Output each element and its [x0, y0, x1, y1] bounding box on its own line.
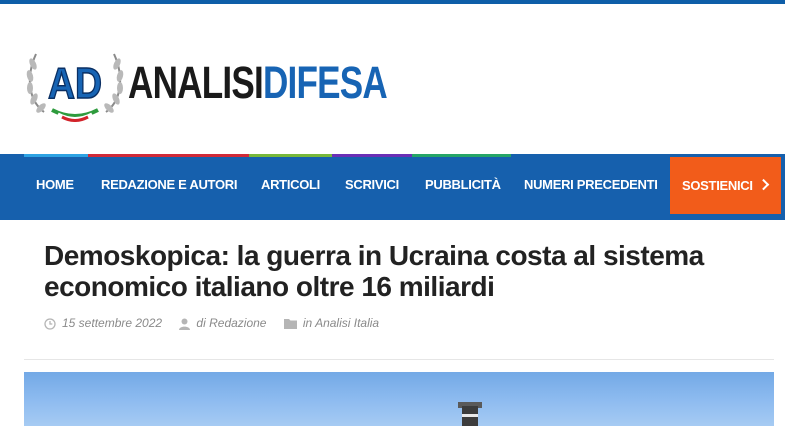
nav-item-sostienici-label: SOSTIENICI — [682, 178, 753, 193]
laurel-emblem-icon: AD — [26, 53, 124, 122]
nav-item-home[interactable]: HOME — [36, 156, 74, 214]
chevron-down-icon — [757, 178, 769, 191]
nav-item-articoli[interactable]: ARTICOLI — [261, 156, 320, 214]
article-date: 15 settembre 2022 — [44, 314, 162, 332]
user-icon — [179, 318, 191, 330]
hero-chimney-band — [462, 414, 478, 417]
site-logo[interactable]: AD ANALISIDIFESA — [24, 42, 444, 122]
category-prefix: in — [302, 316, 313, 330]
nav-item-pubblicita[interactable]: PUBBLICITÀ — [425, 156, 501, 214]
logo-word-difesa: DIFESA — [262, 57, 388, 108]
main-navigation: HOME REDAZIONE E AUTORI ARTICOLI SCRIVIC… — [0, 154, 785, 220]
nav-item-sostienici[interactable]: SOSTIENICI — [670, 157, 781, 214]
site-header: AD ANALISIDIFESA — [0, 4, 785, 154]
author-link[interactable]: Redazione — [209, 316, 266, 330]
logo-word-analisi: ANALISI — [128, 57, 264, 108]
article-date-text: 15 settembre 2022 — [62, 316, 163, 330]
logo-emblem-text: AD — [48, 58, 102, 108]
article-category: in Analisi Italia — [283, 314, 379, 332]
logo-wordmark: ANALISIDIFESA — [128, 57, 388, 108]
nav-item-scrivici[interactable]: SCRIVICI — [345, 156, 399, 214]
article-author: di Redazione — [179, 314, 266, 332]
author-prefix: di — [196, 316, 206, 330]
article-meta: 15 settembre 2022 di Redazione in Analis… — [44, 314, 393, 332]
folder-icon — [283, 319, 297, 330]
category-link[interactable]: Analisi Italia — [315, 316, 379, 330]
nav-item-redazione-e-autori[interactable]: REDAZIONE E AUTORI — [101, 156, 237, 214]
article-hero-image — [24, 372, 774, 426]
article-title: Demoskopica: la guerra in Ucraina costa … — [44, 240, 704, 302]
content-divider — [24, 359, 774, 360]
clock-icon — [44, 318, 56, 330]
nav-item-numeri-precedenti[interactable]: NUMERI PRECEDENTI — [524, 156, 658, 214]
